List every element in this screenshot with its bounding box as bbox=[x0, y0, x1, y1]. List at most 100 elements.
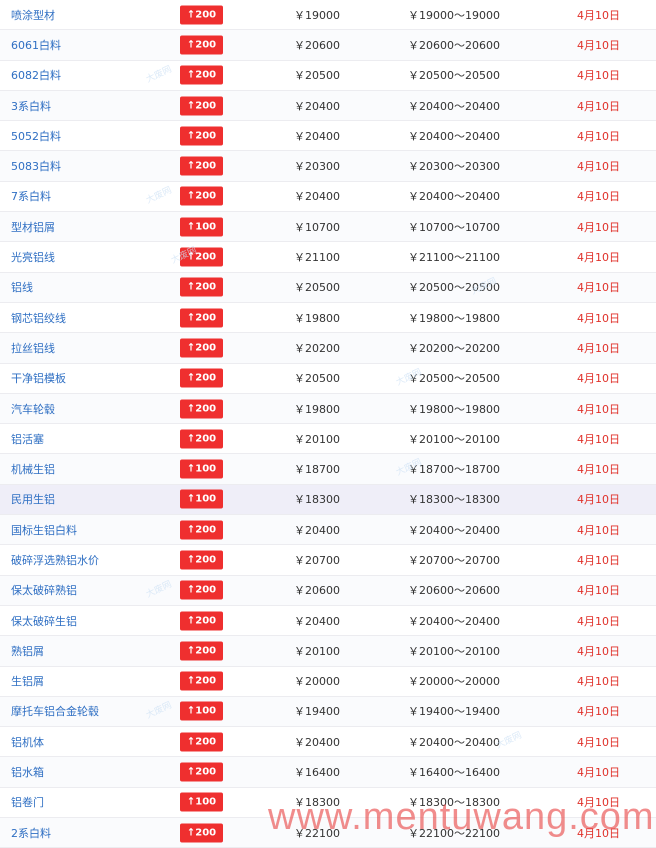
date-label: 4月10日 bbox=[577, 372, 620, 386]
table-row: 保太破碎熟铝 ↑200 ￥20600 ￥20600～20600 4月10日 大废网 bbox=[0, 575, 656, 606]
material-name-link[interactable]: 喷涂型材 bbox=[11, 7, 55, 23]
material-name-link[interactable]: 5083白料 bbox=[11, 158, 61, 174]
price-range: ￥20500～20500 bbox=[408, 281, 500, 295]
material-name-link[interactable]: 保太破碎熟铝 bbox=[11, 582, 77, 598]
price-range: ￥22100～22100 bbox=[408, 826, 500, 840]
material-name-link[interactable]: 摩托车铝合金轮毂 bbox=[11, 703, 99, 719]
table-row: 5083白料 ↑200 ￥20300 ￥20300～20300 4月10日 bbox=[0, 151, 656, 182]
change-badge: ↑200 bbox=[180, 823, 223, 843]
change-badge: ↑200 bbox=[180, 429, 223, 449]
date-label: 4月10日 bbox=[577, 281, 620, 295]
change-badge: ↑200 bbox=[180, 247, 223, 267]
price-value: ￥19800 bbox=[294, 311, 340, 325]
table-row: 铝机体 ↑200 ￥20400 ￥20400～20400 4月10日 大废网 bbox=[0, 727, 656, 758]
table-row: 6082白料 ↑200 ￥20500 ￥20500～20500 4月10日 大废网 bbox=[0, 60, 656, 91]
date-label: 4月10日 bbox=[577, 99, 620, 113]
price-range: ￥16400～16400 bbox=[408, 766, 500, 780]
price-value: ￥20600 bbox=[294, 584, 340, 598]
material-name-link[interactable]: 拉丝铝线 bbox=[11, 340, 55, 356]
material-name-link[interactable]: 铝活塞 bbox=[11, 431, 44, 447]
change-badge: ↑100 bbox=[180, 701, 223, 721]
table-row: 铝卷门 ↑100 ￥18300 ￥18300～18300 4月10日 bbox=[0, 787, 656, 819]
price-value: ￥20600 bbox=[294, 38, 340, 52]
table-row: 生铝屑 ↑200 ￥20000 ￥20000～20000 4月10日 bbox=[0, 666, 656, 697]
price-value: ￥22100 bbox=[294, 826, 340, 840]
change-badge: ↑200 bbox=[180, 277, 223, 297]
table-row: 3系白料 ↑200 ￥20400 ￥20400～20400 4月10日 bbox=[0, 90, 656, 122]
price-range: ￥19400～19400 bbox=[408, 705, 500, 719]
change-badge: ↑100 bbox=[180, 459, 223, 479]
date-label: 4月10日 bbox=[577, 523, 620, 537]
price-range: ￥20400～20400 bbox=[408, 614, 500, 628]
date-label: 4月10日 bbox=[577, 38, 620, 52]
price-range: ￥20400～20400 bbox=[408, 523, 500, 537]
material-name-link[interactable]: 铝线 bbox=[11, 279, 33, 295]
price-range: ￥18700～18700 bbox=[408, 463, 500, 477]
change-badge: ↑200 bbox=[180, 5, 223, 25]
material-name-link[interactable]: 铝卷门 bbox=[11, 794, 44, 810]
material-name-link[interactable]: 民用生铝 bbox=[11, 491, 55, 507]
material-name-link[interactable]: 干净铝模板 bbox=[11, 370, 66, 386]
table-row: 拉丝铝线 ↑200 ￥20200 ￥20200～20200 4月10日 bbox=[0, 333, 656, 364]
price-value: ￥20100 bbox=[294, 432, 340, 446]
material-name-link[interactable]: 6061白料 bbox=[11, 37, 61, 53]
table-row: 6061白料 ↑200 ￥20600 ￥20600～20600 4月10日 bbox=[0, 30, 656, 61]
price-value: ￥20500 bbox=[294, 281, 340, 295]
price-range: ￥18300～18300 bbox=[408, 493, 500, 507]
logo-watermark: 大废网 bbox=[144, 64, 174, 85]
material-name-link[interactable]: 6082白料 bbox=[11, 67, 61, 83]
table-row: 铝线 ↑200 ￥20500 ￥20500～20500 4月10日 大废网 bbox=[0, 272, 656, 303]
date-label: 4月10日 bbox=[577, 493, 620, 507]
price-range: ￥19000～19000 bbox=[408, 8, 500, 22]
date-label: 4月10日 bbox=[577, 675, 620, 689]
date-label: 4月10日 bbox=[577, 463, 620, 477]
material-name-link[interactable]: 7系白料 bbox=[11, 188, 51, 204]
change-badge: ↑100 bbox=[180, 489, 223, 509]
date-label: 4月10日 bbox=[577, 190, 620, 204]
material-name-link[interactable]: 汽车轮毂 bbox=[11, 401, 55, 417]
price-value: ￥20100 bbox=[294, 644, 340, 658]
change-badge: ↑200 bbox=[180, 308, 223, 328]
material-name-link[interactable]: 5052白料 bbox=[11, 128, 61, 144]
table-row: 保太破碎生铝 ↑200 ￥20400 ￥20400～20400 4月10日 bbox=[0, 605, 656, 637]
date-label: 4月10日 bbox=[577, 735, 620, 749]
table-row: 破碎浮选熟铝水价 ↑200 ￥20700 ￥20700～20700 4月10日 bbox=[0, 545, 656, 576]
price-range: ￥20500～20500 bbox=[408, 372, 500, 386]
date-label: 4月10日 bbox=[577, 69, 620, 83]
material-name-link[interactable]: 保太破碎生铝 bbox=[11, 613, 77, 629]
price-range: ￥20000～20000 bbox=[408, 675, 500, 689]
price-range: ￥20600～20600 bbox=[408, 38, 500, 52]
material-name-link[interactable]: 3系白料 bbox=[11, 98, 51, 114]
price-value: ￥20500 bbox=[294, 69, 340, 83]
price-range: ￥20300～20300 bbox=[408, 160, 500, 174]
material-name-link[interactable]: 生铝屑 bbox=[11, 673, 44, 689]
price-range: ￥19800～19800 bbox=[408, 402, 500, 416]
price-table: 喷涂型材 ↑200 ￥19000 ￥19000～19000 4月10日 6061白料 ↑20… bbox=[0, 0, 656, 848]
change-badge: ↑200 bbox=[180, 550, 223, 570]
material-name-link[interactable]: 铝水箱 bbox=[11, 764, 44, 780]
material-name-link[interactable]: 机械生铝 bbox=[11, 461, 55, 477]
material-name-link[interactable]: 型材铝屑 bbox=[11, 219, 55, 235]
table-row: 干净铝模板 ↑200 ￥20500 ￥20500～20500 4月10日 大废网 bbox=[0, 363, 656, 394]
price-range: ￥19800～19800 bbox=[408, 311, 500, 325]
price-value: ￥20300 bbox=[294, 160, 340, 174]
material-name-link[interactable]: 熟铝屑 bbox=[11, 643, 44, 659]
material-name-link[interactable]: 2系白料 bbox=[11, 825, 51, 841]
change-badge: ↑200 bbox=[180, 399, 223, 418]
price-range: ￥20200～20200 bbox=[408, 341, 500, 355]
change-badge: ↑200 bbox=[180, 611, 223, 631]
material-name-link[interactable]: 国标生铝白料 bbox=[11, 522, 77, 538]
material-name-link[interactable]: 破碎浮选熟铝水价 bbox=[11, 552, 99, 568]
material-name-link[interactable]: 铝机体 bbox=[11, 734, 44, 750]
price-range: ￥20500～20500 bbox=[408, 69, 500, 83]
price-range: ￥20100～20100 bbox=[408, 644, 500, 658]
price-range: ￥20400～20400 bbox=[408, 129, 500, 143]
material-name-link[interactable]: 钢芯铝绞线 bbox=[11, 310, 66, 326]
table-row: 喷涂型材 ↑200 ￥19000 ￥19000～19000 4月10日 bbox=[0, 0, 656, 31]
price-value: ￥19000 bbox=[294, 8, 340, 22]
change-badge: ↑200 bbox=[180, 338, 223, 358]
change-badge: ↑200 bbox=[180, 35, 223, 55]
material-name-link[interactable]: 光亮铝线 bbox=[11, 249, 55, 265]
price-range: ￥20600～20600 bbox=[408, 584, 500, 598]
price-value: ￥18300 bbox=[294, 796, 340, 810]
